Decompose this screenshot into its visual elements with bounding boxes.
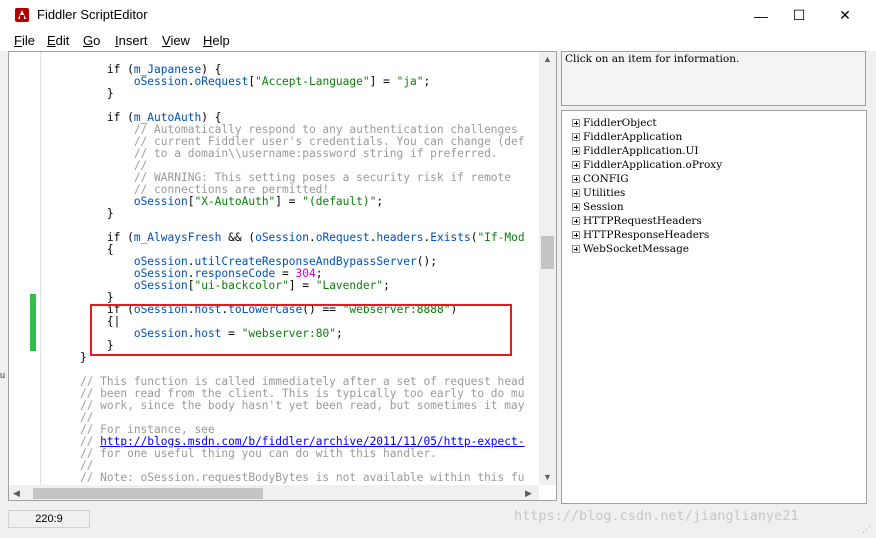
horizontal-scrollbar[interactable]: ◀ ▶ xyxy=(9,485,539,500)
vertical-scroll-thumb[interactable] xyxy=(541,236,554,269)
scroll-down-arrow-icon[interactable]: ▼ xyxy=(543,472,552,482)
code-line: // work, since the body hasn't yet been … xyxy=(53,399,525,412)
tree-item-label: HTTPRequestHeaders xyxy=(583,215,702,227)
menu-edit[interactable]: Edit xyxy=(47,33,69,48)
expand-plus-icon[interactable] xyxy=(572,119,580,127)
watermark: https://blog.csdn.net/jianglianye21 xyxy=(514,508,799,524)
expand-plus-icon[interactable] xyxy=(572,175,580,183)
expand-plus-icon[interactable] xyxy=(572,161,580,169)
tree-item[interactable]: Utilities xyxy=(572,186,625,200)
change-marker xyxy=(30,294,36,351)
code-line: // Note: oSession.requestBodyBytes is no… xyxy=(53,471,525,484)
tree-item-label: WebSocketMessage xyxy=(583,243,689,255)
tree-item-label: FiddlerApplication xyxy=(583,131,683,143)
tree-item[interactable]: HTTPRequestHeaders xyxy=(572,214,702,228)
scroll-up-arrow-icon[interactable]: ▲ xyxy=(543,54,552,64)
code-editor[interactable]: if (m_Japanese) { oSession.oRequest["Acc… xyxy=(8,51,557,501)
code-line: } xyxy=(53,207,114,220)
menu-go[interactable]: Go xyxy=(83,33,100,48)
expand-plus-icon[interactable] xyxy=(572,231,580,239)
code-line: oSession["X-AutoAuth"] = "(default)"; xyxy=(133,195,384,208)
expand-plus-icon[interactable] xyxy=(572,203,580,211)
menu-insert[interactable]: Insert xyxy=(115,33,148,48)
code-line: // for one useful thing you can do with … xyxy=(53,447,437,460)
close-button[interactable]: ✕ xyxy=(822,0,868,31)
scroll-left-arrow-icon[interactable]: ◀ xyxy=(13,488,20,499)
window-title: Fiddler ScriptEditor xyxy=(37,7,148,22)
code-text[interactable]: if (m_Japanese) { oSession.oRequest["Acc… xyxy=(53,64,525,484)
tree-item-label: FiddlerObject xyxy=(583,117,657,129)
expand-plus-icon[interactable] xyxy=(572,245,580,253)
tree-item-label: Session xyxy=(583,201,624,213)
tree-item[interactable]: FiddlerApplication.UI xyxy=(572,144,699,158)
highlight-annotation-box xyxy=(90,304,512,356)
tree-item[interactable]: CONFIG xyxy=(572,172,629,186)
cursor-position: 220:9 xyxy=(8,510,90,528)
tree-item-label: Utilities xyxy=(583,187,626,199)
expand-plus-icon[interactable] xyxy=(572,189,580,197)
fold-margin xyxy=(40,52,50,485)
tree-item-label: FiddlerApplication.oProxy xyxy=(583,159,723,171)
horizontal-scroll-thumb[interactable] xyxy=(33,488,263,499)
tree-item[interactable]: FiddlerObject xyxy=(572,116,657,130)
menu-bar: File Edit Go Insert View Help xyxy=(0,31,876,51)
tree-item-label: FiddlerApplication.UI xyxy=(583,145,699,157)
code-line: oSession.oRequest["Accept-Language"] = "… xyxy=(133,75,431,88)
code-line: oSession["ui-backcolor"] = "Lavender"; xyxy=(133,279,390,292)
tree-item[interactable]: FiddlerApplication.oProxy xyxy=(572,158,722,172)
editor-gutter xyxy=(9,52,29,485)
menu-view[interactable]: View xyxy=(162,33,190,48)
code-line: } xyxy=(53,87,114,100)
tree-item-label: CONFIG xyxy=(583,173,629,185)
edge-marker: u xyxy=(0,370,6,380)
resize-grip-icon[interactable]: ⋰ xyxy=(862,524,871,535)
maximize-button[interactable]: ☐ xyxy=(776,0,822,31)
menu-file[interactable]: File xyxy=(14,33,35,48)
object-tree[interactable]: FiddlerObject FiddlerApplication FiddlerAp… xyxy=(561,110,867,504)
tree-item[interactable]: Session xyxy=(572,200,624,214)
scroll-right-arrow-icon[interactable]: ▶ xyxy=(525,488,532,499)
info-panel: Click on an item for information. xyxy=(561,51,866,106)
tree-item[interactable]: HTTPResponseHeaders xyxy=(572,228,709,242)
info-panel-text: Click on an item for information. xyxy=(565,53,740,65)
code-line: if (m_AlwaysFresh && (oSession.oRequest.… xyxy=(53,231,525,244)
title-bar: Fiddler ScriptEditor — ☐ ✕ xyxy=(0,0,876,31)
fiddler-app-icon xyxy=(15,8,29,22)
tree-item-label: HTTPResponseHeaders xyxy=(583,229,710,241)
expand-plus-icon[interactable] xyxy=(572,147,580,155)
expand-plus-icon[interactable] xyxy=(572,217,580,225)
expand-plus-icon[interactable] xyxy=(572,133,580,141)
tree-item[interactable]: WebSocketMessage xyxy=(572,242,689,256)
tree-item[interactable]: FiddlerApplication xyxy=(572,130,682,144)
vertical-scrollbar[interactable]: ▲ ▼ xyxy=(539,52,556,485)
menu-help[interactable]: Help xyxy=(203,33,230,48)
